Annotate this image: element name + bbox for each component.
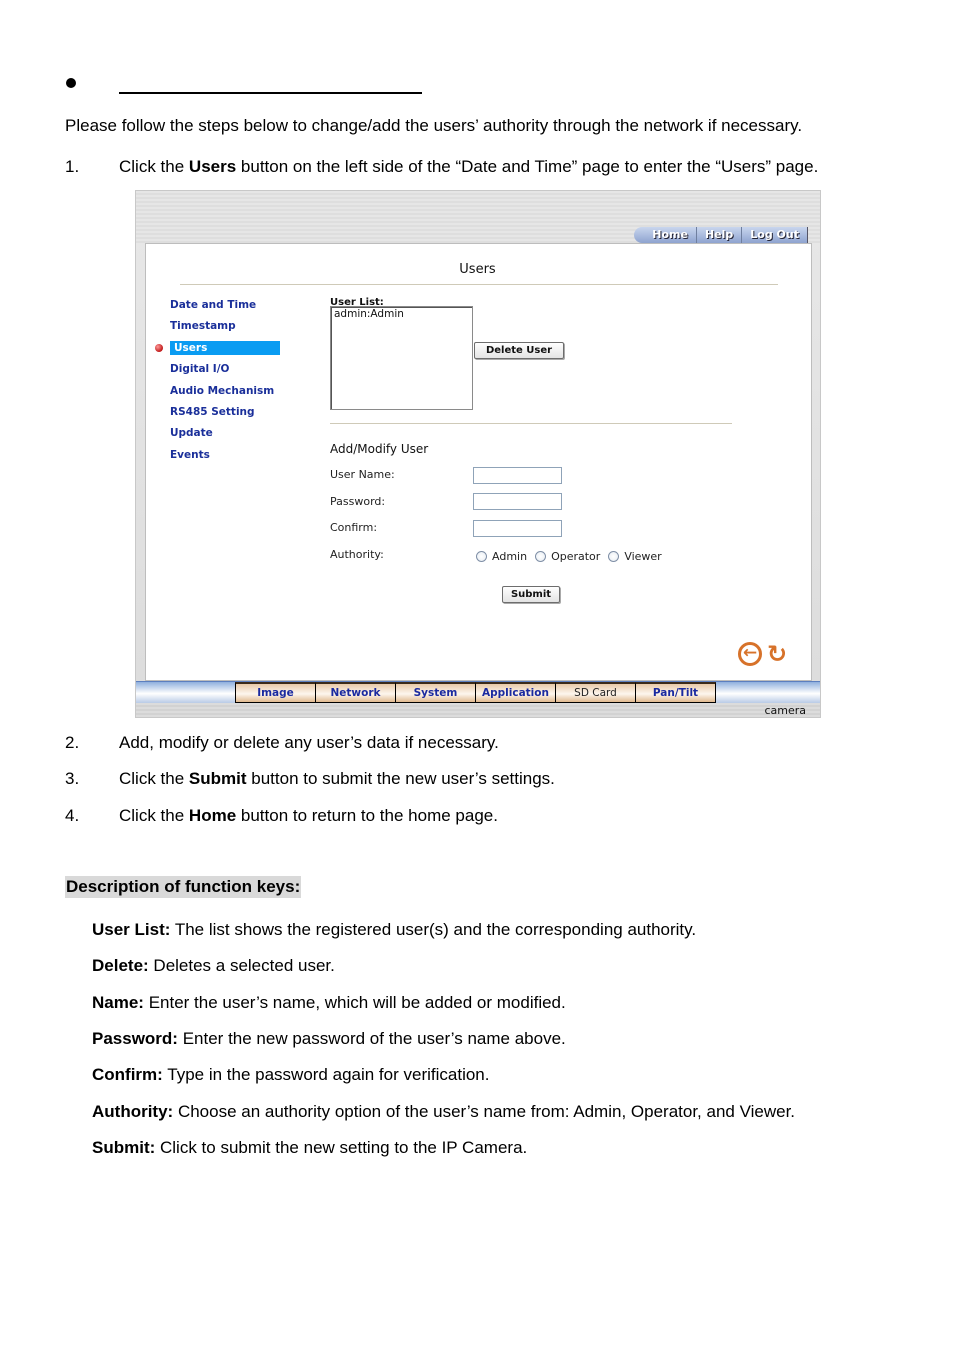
top-nav: Home Help Log Out <box>634 227 808 243</box>
divider <box>330 423 732 424</box>
desc-name: Name: Enter the user’s name, which will … <box>92 993 566 1012</box>
user-name-label: User Name: <box>330 468 395 481</box>
authority-radio-group: Admin Operator Viewer <box>476 550 670 563</box>
desc-authority: Authority: Choose an authority option of… <box>92 1102 796 1121</box>
page-title: Users <box>459 262 496 277</box>
divider <box>180 284 778 285</box>
tab-system[interactable]: System <box>395 682 476 703</box>
description-heading: Description of function keys: <box>65 876 302 898</box>
desc-delete: Delete: Deletes a selected user. <box>92 956 335 975</box>
password-input[interactable] <box>473 493 562 510</box>
user-name-input[interactable] <box>473 467 562 484</box>
logout-button[interactable]: Log Out <box>741 227 808 243</box>
section-heading-underline <box>119 92 422 94</box>
step-1: 1. Click the Users button on the left sid… <box>65 157 819 176</box>
step-number: 1. <box>65 157 80 176</box>
authority-label: Authority: <box>330 548 384 561</box>
sidebar-item-events[interactable]: Events <box>170 448 280 469</box>
radio-viewer[interactable] <box>608 551 620 562</box>
submit-button[interactable]: Submit <box>502 586 560 603</box>
tab-sd-card[interactable]: SD Card <box>555 682 636 703</box>
sidebar-item-audio-mechanism[interactable]: Audio Mechanism <box>170 384 280 405</box>
active-indicator-icon <box>155 343 163 352</box>
step-number: 2. <box>65 733 80 752</box>
intro-paragraph: Please follow the steps below to change/… <box>65 116 803 135</box>
status-bar: camera <box>136 703 820 717</box>
sidebar: Date and Time Timestamp Users Digital I/… <box>155 298 280 469</box>
sidebar-item-digital-io[interactable]: Digital I/O <box>170 362 280 383</box>
user-list-item[interactable]: admin:Admin <box>334 308 469 320</box>
desc-submit: Submit: Click to submit the new setting … <box>92 1138 528 1157</box>
bullet-icon <box>66 78 76 88</box>
tab-network[interactable]: Network <box>315 682 396 703</box>
tab-application[interactable]: Application <box>475 682 556 703</box>
camera-ui-screenshot: Home Help Log Out Users Date and Time Ti… <box>135 190 821 718</box>
tab-pan-tilt[interactable]: Pan/Tilt <box>635 682 716 703</box>
password-label: Password: <box>330 495 386 508</box>
bottom-nav-bar: Image Network System Application SD Card… <box>136 681 820 703</box>
sidebar-item-date-and-time[interactable]: Date and Time <box>170 298 280 319</box>
reload-icon[interactable]: ↻ <box>765 642 789 666</box>
add-modify-heading: Add/Modify User <box>330 442 429 456</box>
status-text: camera <box>764 704 806 717</box>
confirm-label: Confirm: <box>330 521 378 534</box>
back-arrow-icon[interactable]: ← <box>738 642 762 666</box>
radio-admin[interactable] <box>476 551 487 562</box>
user-list[interactable]: admin:Admin <box>330 306 473 410</box>
sidebar-item-timestamp[interactable]: Timestamp <box>170 319 280 340</box>
home-button[interactable]: Home <box>634 227 696 243</box>
desc-confirm: Confirm: Type in the password again for … <box>92 1065 490 1084</box>
delete-user-button[interactable]: Delete User <box>474 342 564 359</box>
step-number: 4. <box>65 806 80 825</box>
desc-user-list: User List: The list shows the registered… <box>92 920 697 939</box>
confirm-input[interactable] <box>473 520 562 537</box>
sidebar-item-rs485-setting[interactable]: RS485 Setting <box>170 405 280 426</box>
radio-operator[interactable] <box>535 551 547 562</box>
help-button[interactable]: Help <box>695 227 742 243</box>
sidebar-item-update[interactable]: Update <box>170 426 280 447</box>
step-2: 2. Add, modify or delete any user’s data … <box>65 733 499 752</box>
step-number: 3. <box>65 769 80 788</box>
desc-password: Password: Enter the new password of the … <box>92 1029 566 1048</box>
tab-image[interactable]: Image <box>235 682 316 703</box>
sidebar-item-users[interactable]: Users <box>155 340 280 362</box>
content-panel: Users Date and Time Timestamp Users Digi… <box>145 243 812 681</box>
step-4: 4. Click the Home button to return to the… <box>65 806 498 825</box>
step-3: 3. Click the Submit button to submit the … <box>65 769 555 788</box>
